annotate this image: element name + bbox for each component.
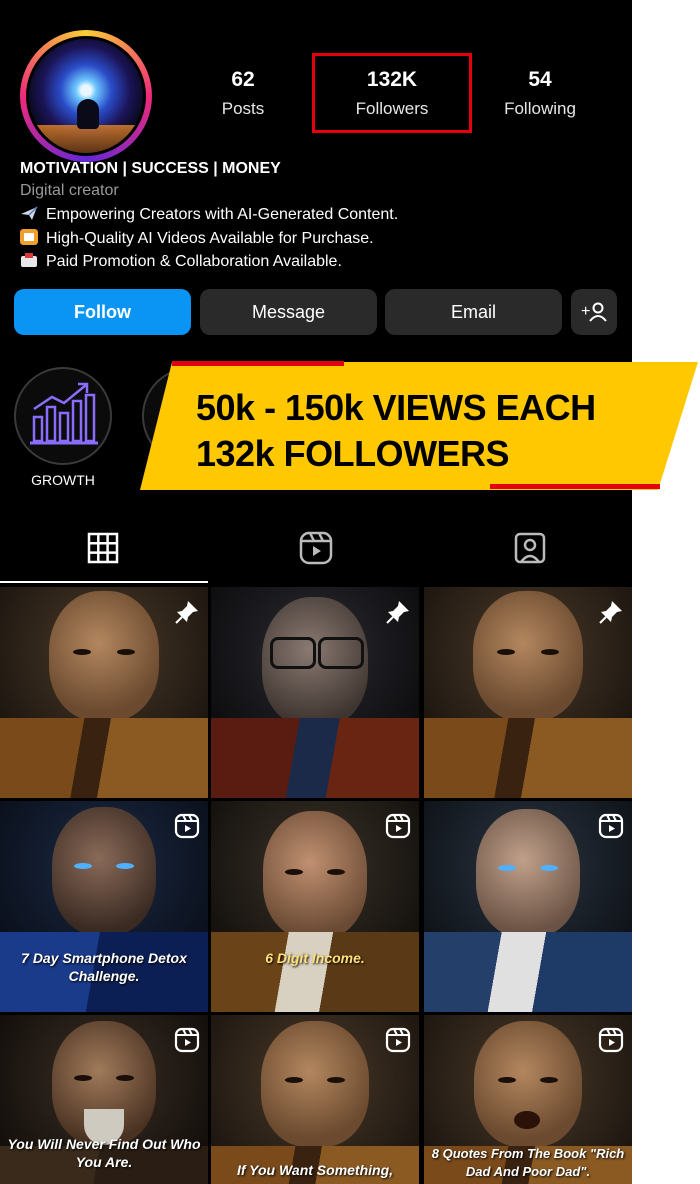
avatar[interactable] — [26, 36, 146, 156]
post-tile[interactable] — [0, 587, 208, 798]
post-tile[interactable]: 7 Day Smartphone Detox Challenge. — [0, 801, 208, 1012]
post-caption: 8 Quotes From The Book "Rich Dad And Poo… — [431, 1146, 625, 1179]
tagged-icon[interactable] — [512, 530, 548, 566]
bio-text-2: High-Quality AI Videos Available for Pur… — [46, 230, 374, 247]
reel-icon — [385, 1027, 411, 1053]
post-tile[interactable] — [424, 587, 632, 798]
stat-following[interactable]: 54 Following — [465, 68, 615, 119]
posts-count: 62 — [231, 68, 255, 91]
posts-label: Posts — [221, 99, 265, 118]
profile-name: MOTIVATION | SUCCESS | MONEY — [20, 160, 281, 177]
post-caption: You Will Never Find Out Who You Are. — [7, 1136, 201, 1170]
robe — [424, 718, 632, 798]
pin-icon — [599, 601, 622, 624]
airplane-emoji-icon — [21, 206, 38, 220]
post-tile[interactable]: 6 Digit Income. — [211, 801, 419, 1012]
profile-avatar-ring[interactable] — [20, 30, 152, 162]
meditating-figure — [77, 99, 99, 129]
following-count: 54 — [528, 68, 552, 91]
banner-line-1: 50k - 150k VIEWS EACH — [196, 387, 596, 428]
bio-text-1: Empowering Creators with AI-Generated Co… — [46, 206, 399, 223]
message-button[interactable]: Message — [200, 289, 377, 335]
jacket — [211, 718, 419, 798]
film-emoji-icon — [20, 229, 38, 245]
post-tile[interactable] — [211, 587, 419, 798]
following-label: Following — [504, 99, 576, 118]
reel-icon — [385, 813, 411, 839]
post-tile[interactable]: If You Want Something, — [211, 1015, 419, 1184]
banner-accent-top — [172, 361, 344, 366]
instagram-profile-screen: 62 Posts 132K Followers 54 Following MOT… — [0, 0, 632, 1184]
avatar-ground — [29, 125, 143, 153]
profile-category: Digital creator — [20, 182, 119, 199]
monk-face — [263, 811, 367, 939]
bio-line-1: Empowering Creators with AI-Generated Co… — [20, 205, 398, 224]
follow-button[interactable]: Follow — [14, 289, 191, 335]
monk-face — [476, 809, 580, 937]
email-button[interactable]: Email — [385, 289, 562, 335]
robe — [211, 932, 419, 1012]
post-caption: 7 Day Smartphone Detox Challenge. — [21, 950, 187, 984]
bio-line-3: Paid Promotion & Collaboration Available… — [20, 252, 342, 271]
reel-icon — [598, 1027, 624, 1053]
pin-icon — [175, 601, 198, 624]
active-tab-underline — [0, 581, 208, 583]
reel-icon — [598, 813, 624, 839]
grid-icon[interactable] — [85, 530, 121, 566]
svg-text:+: + — [581, 303, 590, 320]
monk-face — [261, 1021, 369, 1147]
promo-banner-text: 50k - 150k VIEWS EACH 132k FOLLOWERS — [196, 385, 596, 477]
inbox-emoji-icon — [21, 253, 37, 267]
post-caption: If You Want Something, — [236, 1162, 394, 1178]
pin-icon — [386, 601, 409, 624]
monk-face — [49, 591, 159, 721]
highlight-label-growth: GROWTH — [31, 472, 95, 488]
reel-icon — [174, 1027, 200, 1053]
banner-line-2: 132k FOLLOWERS — [196, 433, 510, 474]
followers-highlight-box — [312, 53, 472, 133]
post-tile[interactable]: 8 Quotes From The Book "Rich Dad And Poo… — [424, 1015, 632, 1184]
monk-face — [52, 1021, 156, 1145]
robe — [424, 932, 632, 1012]
bio-line-2: High-Quality AI Videos Available for Pur… — [20, 229, 374, 248]
post-tile[interactable]: You Will Never Find Out Who You Are. — [0, 1015, 208, 1184]
bar-chart-growth-icon — [30, 382, 98, 445]
highlight-growth[interactable] — [14, 367, 112, 465]
post-tile[interactable] — [424, 801, 632, 1012]
old-man-face — [262, 597, 368, 727]
stat-posts[interactable]: 62 Posts — [168, 68, 318, 119]
robe — [0, 718, 208, 798]
reels-icon[interactable] — [298, 530, 334, 566]
post-caption: 6 Digit Income. — [265, 950, 365, 966]
reel-icon — [174, 813, 200, 839]
monk-face — [474, 1021, 582, 1147]
banner-accent-bottom — [490, 484, 660, 489]
bio-text-3: Paid Promotion & Collaboration Available… — [46, 253, 342, 270]
add-person-button[interactable]: + — [571, 289, 617, 335]
add-person-icon: + — [581, 302, 607, 322]
monk-face — [52, 807, 156, 935]
monk-face — [473, 591, 583, 721]
